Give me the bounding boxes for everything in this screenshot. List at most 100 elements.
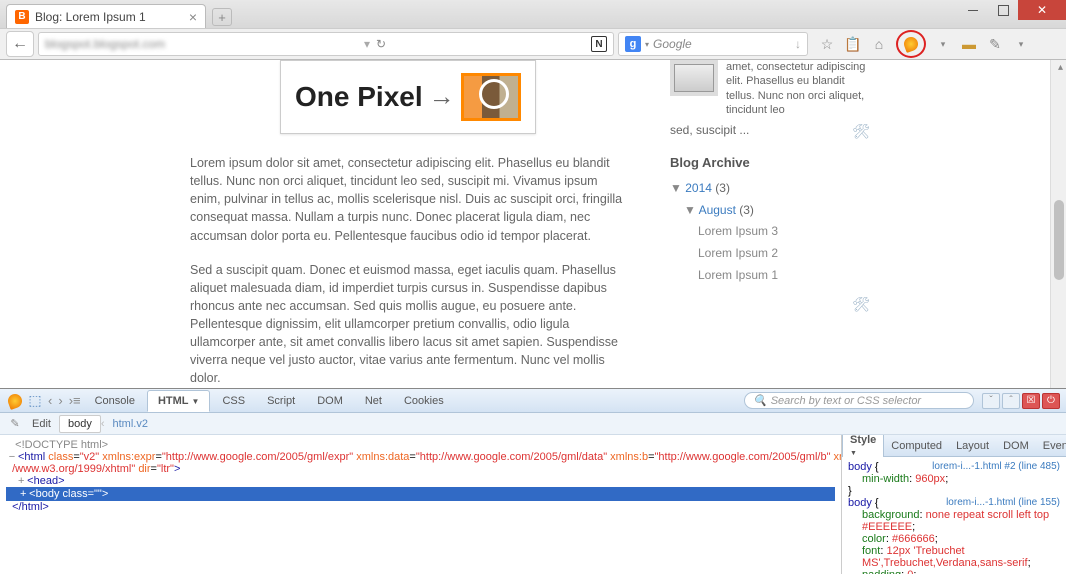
search-placeholder: Google xyxy=(653,37,692,51)
css-prop[interactable]: font: 12px 'Trebuchet MS',Trebuchet,Verd… xyxy=(848,545,1060,569)
archive-post-link[interactable]: Lorem Ipsum 2 xyxy=(670,243,870,265)
firebug-search[interactable]: 🔍 Search by text or CSS selector xyxy=(744,392,974,409)
breadcrumb-bar: ✎ Edit body ‹ html.v2 xyxy=(0,413,1066,435)
firebug-body: <!DOCTYPE html> −<html class="v2" xmlns:… xyxy=(0,435,1066,574)
css-prop[interactable]: color: #666666; xyxy=(848,533,1060,545)
paragraph-2: Sed a suscipit quam. Donec et euismod ma… xyxy=(190,261,630,388)
month-link[interactable]: August xyxy=(699,203,736,217)
search-dd-icon[interactable]: ▾ xyxy=(645,40,649,49)
css-rule-end: } xyxy=(848,485,1060,497)
search-box[interactable]: g ▾ Google ↓ xyxy=(618,32,808,56)
year-link[interactable]: 2014 xyxy=(685,181,712,195)
reload-icon[interactable]: ↻ xyxy=(376,37,386,51)
crumb-body[interactable]: body xyxy=(59,415,101,433)
color-picker-icon[interactable]: ✎ xyxy=(986,35,1004,53)
archive-heading: Blog Archive xyxy=(670,155,870,170)
reader-icon[interactable]: 📋 xyxy=(844,35,862,53)
tab-console[interactable]: Console xyxy=(85,391,145,411)
history-back-icon[interactable]: ‹ xyxy=(46,393,54,408)
scroll-up-icon[interactable]: ▴ xyxy=(1058,62,1063,73)
search-placeholder: Search by text or CSS selector xyxy=(771,395,921,407)
scrollbar-thumb[interactable] xyxy=(1054,200,1064,280)
browser-tab[interactable]: B Blog: Lorem Ipsum 1 × xyxy=(6,4,206,28)
command-line-icon[interactable]: ›≡ xyxy=(67,393,83,408)
stop-icon[interactable]: ▾ xyxy=(364,37,370,51)
tab-cookies[interactable]: Cookies xyxy=(394,391,454,411)
tab-html[interactable]: HTML▼ xyxy=(147,390,210,412)
new-tab-button[interactable]: + xyxy=(212,8,232,26)
picker-dd-icon[interactable]: ▾ xyxy=(1012,35,1030,53)
firebug-side-panel: Style ▼ Computed Layout DOM Events ▸ bod… xyxy=(841,435,1066,574)
url-bar[interactable]: blogspot.blogspot.com ▾ ↻ N xyxy=(38,32,614,56)
search-go-icon[interactable]: ↓ xyxy=(795,37,801,51)
tab-net[interactable]: Net xyxy=(355,391,392,411)
google-icon: g xyxy=(625,36,641,52)
edit-button[interactable]: Edit xyxy=(24,416,59,432)
doctype-line: <!DOCTYPE html> xyxy=(6,439,835,451)
css-prop[interactable]: background: none repeat scroll left top … xyxy=(848,509,1060,533)
noscript-icon[interactable]: N xyxy=(591,36,607,52)
firebug-tabbar: ⬚ ‹ › ›≡ Console HTML▼ CSS Script DOM Ne… xyxy=(0,389,1066,413)
blogger-favicon: B xyxy=(15,10,29,24)
quickedit-icon[interactable]: 🛠 xyxy=(852,123,870,140)
page-viewport: One Pixel → Lorem ipsum dolor sit amet, … xyxy=(0,60,1066,388)
tab-dom[interactable]: DOM xyxy=(307,391,353,411)
archive-post-link[interactable]: Lorem Ipsum 3 xyxy=(670,221,870,243)
minimize-panel-icon[interactable]: ˇ xyxy=(982,393,1000,409)
year-count: (3) xyxy=(715,181,730,195)
expand-icon: + xyxy=(15,475,27,487)
css-rule: body {lorem-i...-1.html #2 (line 485) xyxy=(848,461,1060,473)
inspect-icon[interactable]: ⬚ xyxy=(26,392,44,410)
body-line-selected[interactable]: +<body class=""> xyxy=(6,487,835,501)
rule-source-link[interactable]: lorem-i...-1.html (line 155) xyxy=(946,497,1060,508)
preview-tail: sed, suscipit ... 🛠 xyxy=(670,123,870,137)
close-tab-icon[interactable]: × xyxy=(189,9,197,25)
side-tab-events[interactable]: Events xyxy=(1036,437,1066,455)
edit-mode-icon[interactable]: ✎ xyxy=(6,415,24,433)
side-tab-layout[interactable]: Layout xyxy=(949,437,996,455)
close-window-button[interactable] xyxy=(1018,0,1066,20)
minimize-button[interactable] xyxy=(958,0,988,20)
side-tab-computed[interactable]: Computed xyxy=(884,437,949,455)
power-panel-icon[interactable]: ⏻ xyxy=(1042,393,1060,409)
firebug-dd-icon[interactable]: ▾ xyxy=(934,35,952,53)
bookmark-star-icon[interactable]: ☆ xyxy=(818,35,836,53)
tab-css[interactable]: CSS xyxy=(212,391,255,411)
firebug-panel: ⬚ ‹ › ›≡ Console HTML▼ CSS Script DOM Ne… xyxy=(0,388,1066,574)
sidebar-column: amet, consectetur adipiscing elit. Phase… xyxy=(670,60,870,378)
css-rules[interactable]: body {lorem-i...-1.html #2 (line 485) mi… xyxy=(842,457,1066,574)
search-icon: 🔍 xyxy=(753,394,767,407)
rule-source-link[interactable]: lorem-i...-1.html #2 (line 485) xyxy=(932,461,1060,472)
menu-icon[interactable] xyxy=(1038,35,1054,53)
head-line[interactable]: +<head> xyxy=(6,475,835,487)
firebug-highlight-circle xyxy=(896,30,926,58)
side-tab-dom[interactable]: DOM xyxy=(996,437,1036,455)
arrow-icon: → xyxy=(429,78,455,116)
html-close-line: </html> xyxy=(6,501,835,513)
toolbar-icons: ☆ 📋 ⌂ ▾ ▬ ✎ ▾ xyxy=(812,30,1060,58)
css-rule: body {lorem-i...-1.html (line 155) xyxy=(848,497,1060,509)
quickedit-icon[interactable]: 🛠 xyxy=(852,292,870,317)
archive-post-link[interactable]: Lorem Ipsum 1 xyxy=(670,265,870,287)
css-prop[interactable]: min-width: 960px; xyxy=(848,473,1060,485)
firebug-menu-icon[interactable] xyxy=(6,392,24,410)
side-tabbar: Style ▼ Computed Layout DOM Events ▸ xyxy=(842,435,1066,457)
archive-year[interactable]: ▼ 2014 (3) xyxy=(670,178,870,200)
window-controls xyxy=(958,0,1066,20)
sidebar-post-preview[interactable]: amet, consectetur adipiscing elit. Phase… xyxy=(670,60,870,117)
archive-month[interactable]: ▼ August (3) xyxy=(670,200,870,222)
html-open-line[interactable]: −<html class="v2" xmlns:expr="http://www… xyxy=(6,451,835,463)
home-icon[interactable]: ⌂ xyxy=(870,35,888,53)
detach-panel-icon[interactable]: ˆ xyxy=(1002,393,1020,409)
crumb-html[interactable]: html.v2 xyxy=(105,416,156,432)
page-scrollbar[interactable]: ▴ xyxy=(1050,60,1066,388)
close-panel-icon[interactable]: ☒ xyxy=(1022,393,1040,409)
tab-script[interactable]: Script xyxy=(257,391,305,411)
css-prop[interactable]: padding: 0; xyxy=(848,569,1060,574)
firebug-icon[interactable] xyxy=(902,35,920,53)
maximize-button[interactable] xyxy=(988,0,1018,20)
html-tree[interactable]: <!DOCTYPE html> −<html class="v2" xmlns:… xyxy=(0,435,841,574)
back-button[interactable]: ← xyxy=(6,31,34,57)
history-forward-icon[interactable]: › xyxy=(56,393,64,408)
folder-icon[interactable]: ▬ xyxy=(960,35,978,53)
